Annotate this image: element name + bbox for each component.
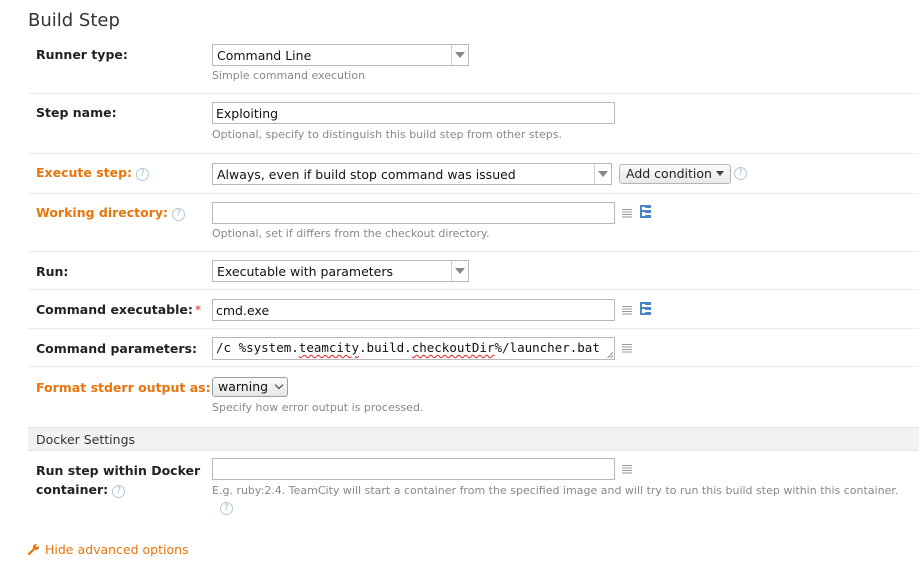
command-parameters-row: Command parameters: /c %system.teamcity.… [28,329,919,367]
param-part: .build. [359,340,412,355]
run-row: Run: Executable with parameters [28,252,919,290]
directory-tree-picker-icon[interactable] [640,205,653,219]
docker-image-input[interactable] [212,458,615,480]
runner-type-label: Runner type: [36,47,128,62]
text-field-expand-icon[interactable] [622,306,632,315]
run-value: Executable with parameters [217,264,394,279]
param-part-misspelled: teamcity [298,340,360,355]
command-executable-value: cmd.exe [216,303,270,318]
working-directory-row: Working directory:? Optional, set if dif… [28,194,919,252]
run-label: Run: [36,264,69,279]
runner-type-value: Command Line [217,48,312,63]
docker-settings-title: Docker Settings [36,432,136,447]
text-field-expand-icon[interactable] [622,209,632,218]
step-name-label: Step name: [36,105,117,120]
docker-hint: E.g. ruby:2.4. TeamCity will start a con… [212,484,899,497]
working-directory-label: Working directory:? [36,205,186,221]
hide-advanced-options-link[interactable]: Hide advanced options [27,542,189,557]
format-stderr-value: warning [218,379,269,394]
text-field-expand-icon[interactable] [622,465,632,474]
working-directory-input[interactable] [212,202,615,224]
command-parameters-value: /c %system.teamcity.build.checkoutDir%/l… [216,340,600,355]
docker-container-label: Run step within Docker container:? [36,461,200,499]
command-executable-input[interactable]: cmd.exe [212,299,615,321]
step-name-row: Step name: Exploiting Optional, specify … [28,94,919,154]
param-part: %/launcher.bat [494,340,600,355]
command-executable-label-text: Command executable: [36,302,193,317]
add-condition-label: Add condition [626,166,712,181]
add-condition-button[interactable]: Add condition [619,164,731,184]
execute-step-value: Always, even if build stop command was i… [217,167,516,182]
param-part-misspelled: checkoutDir [411,340,495,355]
docker-label-line2: container: [36,482,109,497]
command-parameters-textarea[interactable]: /c %system.teamcity.build.checkoutDir%/l… [212,337,615,360]
format-stderr-hint: Specify how error output is processed. [212,401,424,414]
wrench-icon [27,543,40,556]
help-circle-icon[interactable]: ? [172,208,186,221]
help-circle-icon[interactable]: ? [112,485,126,498]
working-directory-hint: Optional, set if differs from the checko… [212,227,490,240]
directory-tree-picker-icon[interactable] [640,302,653,316]
docker-container-row: Run step within Docker container:? E.g. … [28,451,919,531]
help-circle-icon[interactable]: ? [734,167,747,180]
step-name-value: Exploiting [216,106,279,121]
format-stderr-row: Format stderr output as: warning Specify… [28,367,919,427]
execute-step-label-text: Execute step: [36,165,133,180]
format-stderr-select[interactable]: warning [212,377,289,397]
param-part: /c %system. [216,340,299,355]
command-executable-label: Command executable: * [36,302,201,317]
format-stderr-label: Format stderr output as: [36,380,211,395]
step-name-hint: Optional, specify to distinguish this bu… [212,128,562,141]
run-select[interactable]: Executable with parameters [212,260,469,282]
runner-type-hint: Simple command execution [212,69,366,82]
help-circle-icon[interactable]: ? [220,502,233,515]
runner-type-row: Runner type: Command Line Simple command… [28,40,919,94]
chevron-down-icon [594,164,611,184]
chevron-down-icon [274,380,284,390]
chevron-down-icon [451,261,468,281]
text-field-expand-icon[interactable] [622,344,632,353]
execute-step-select[interactable]: Always, even if build stop command was i… [212,163,612,185]
hide-advanced-options-label: Hide advanced options [45,542,189,557]
help-circle-icon[interactable]: ? [136,168,150,181]
working-directory-label-text: Working directory: [36,205,169,220]
command-parameters-label: Command parameters: [36,341,197,356]
execute-step-row: Execute step:? Always, even if build sto… [28,154,919,194]
execute-step-label: Execute step:? [36,165,150,181]
required-marker: * [194,302,202,317]
step-name-input[interactable]: Exploiting [212,102,615,124]
resize-handle[interactable] [607,352,613,358]
caret-down-icon [715,171,724,176]
command-executable-row: Command executable: * cmd.exe [28,290,919,329]
page-title: Build Step [28,10,120,31]
docker-label-line1: Run step within Docker [36,463,201,478]
chevron-down-icon [451,45,468,65]
docker-settings-section: Docker Settings [28,427,919,451]
runner-type-select[interactable]: Command Line [212,44,469,66]
